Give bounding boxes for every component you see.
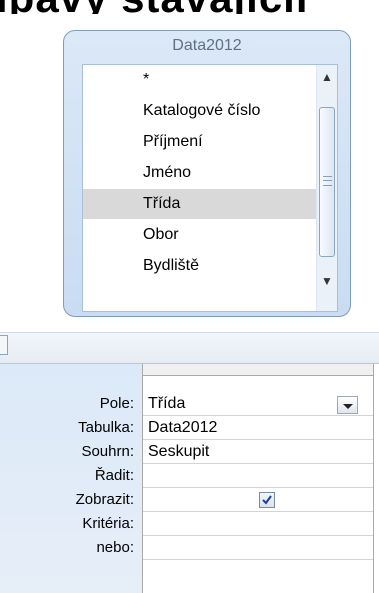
label-criteria: Kritéria: [82,515,134,532]
field-item-trida[interactable]: Třída [83,189,319,219]
field-item-obor[interactable]: Obor [83,220,319,250]
table-field-list-window[interactable]: Data2012 * Katalogové číslo Příjmení Jmé… [63,30,351,317]
field-item-katalogove-cislo[interactable]: Katalogové číslo [83,96,319,126]
cell-or[interactable] [143,536,374,560]
grid-column-divider [373,364,374,593]
query-design-grid: Pole: Tabulka: Souhrn: Řadit: Zobrazit: … [0,364,379,593]
chevron-down-icon[interactable] [337,396,358,414]
field-item-all[interactable]: * [83,65,319,95]
column-selector[interactable] [143,364,374,376]
field-item-bydliste[interactable]: Bydliště [83,251,319,281]
label-table: Tabulka: [78,419,134,436]
field-list-scrollbar[interactable]: ▲ ▼ [316,65,337,311]
grid-row-labels: Pole: Tabulka: Souhrn: Řadit: Zobrazit: … [0,364,142,593]
field-item-jmeno[interactable]: Jméno [83,158,319,188]
field-list[interactable]: * Katalogové číslo Příjmení Jméno Třída … [82,64,338,312]
scroll-up-arrow-icon[interactable]: ▲ [317,67,337,87]
background-title-text: ipavy stavajicir [0,0,313,14]
field-item-prijmeni[interactable]: Příjmení [83,127,319,157]
label-or: nebo: [96,539,134,556]
checkmark-icon [262,495,272,505]
cell-sort[interactable] [143,464,374,488]
query-design-area: Data2012 * Katalogové číslo Příjmení Jmé… [0,14,379,332]
cell-field[interactable]: Třída [143,392,374,416]
pane-splitter-scrollbar[interactable] [0,332,379,364]
cell-criteria[interactable] [143,512,374,536]
cell-table[interactable]: Data2012 [143,416,374,440]
scroll-down-arrow-icon[interactable]: ▼ [317,271,337,291]
cell-total[interactable]: Seskupit [143,440,374,464]
label-show: Zobrazit: [75,491,134,508]
background-title-fragment: ipavy stavajicir [0,0,379,14]
show-checkbox[interactable] [259,492,275,508]
scrollbar-thumb[interactable] [319,107,335,257]
cell-field-value: Třída [148,395,186,412]
label-field: Pole: [99,395,134,412]
scroll-left-button[interactable] [0,335,8,355]
label-sort: Řadit: [94,467,134,484]
label-total: Souhrn: [81,443,134,460]
grid-column-1[interactable]: Třída Data2012 Seskupit [142,364,374,593]
grip-icon [323,176,332,186]
table-title[interactable]: Data2012 [64,37,350,55]
cell-show[interactable] [143,488,374,512]
